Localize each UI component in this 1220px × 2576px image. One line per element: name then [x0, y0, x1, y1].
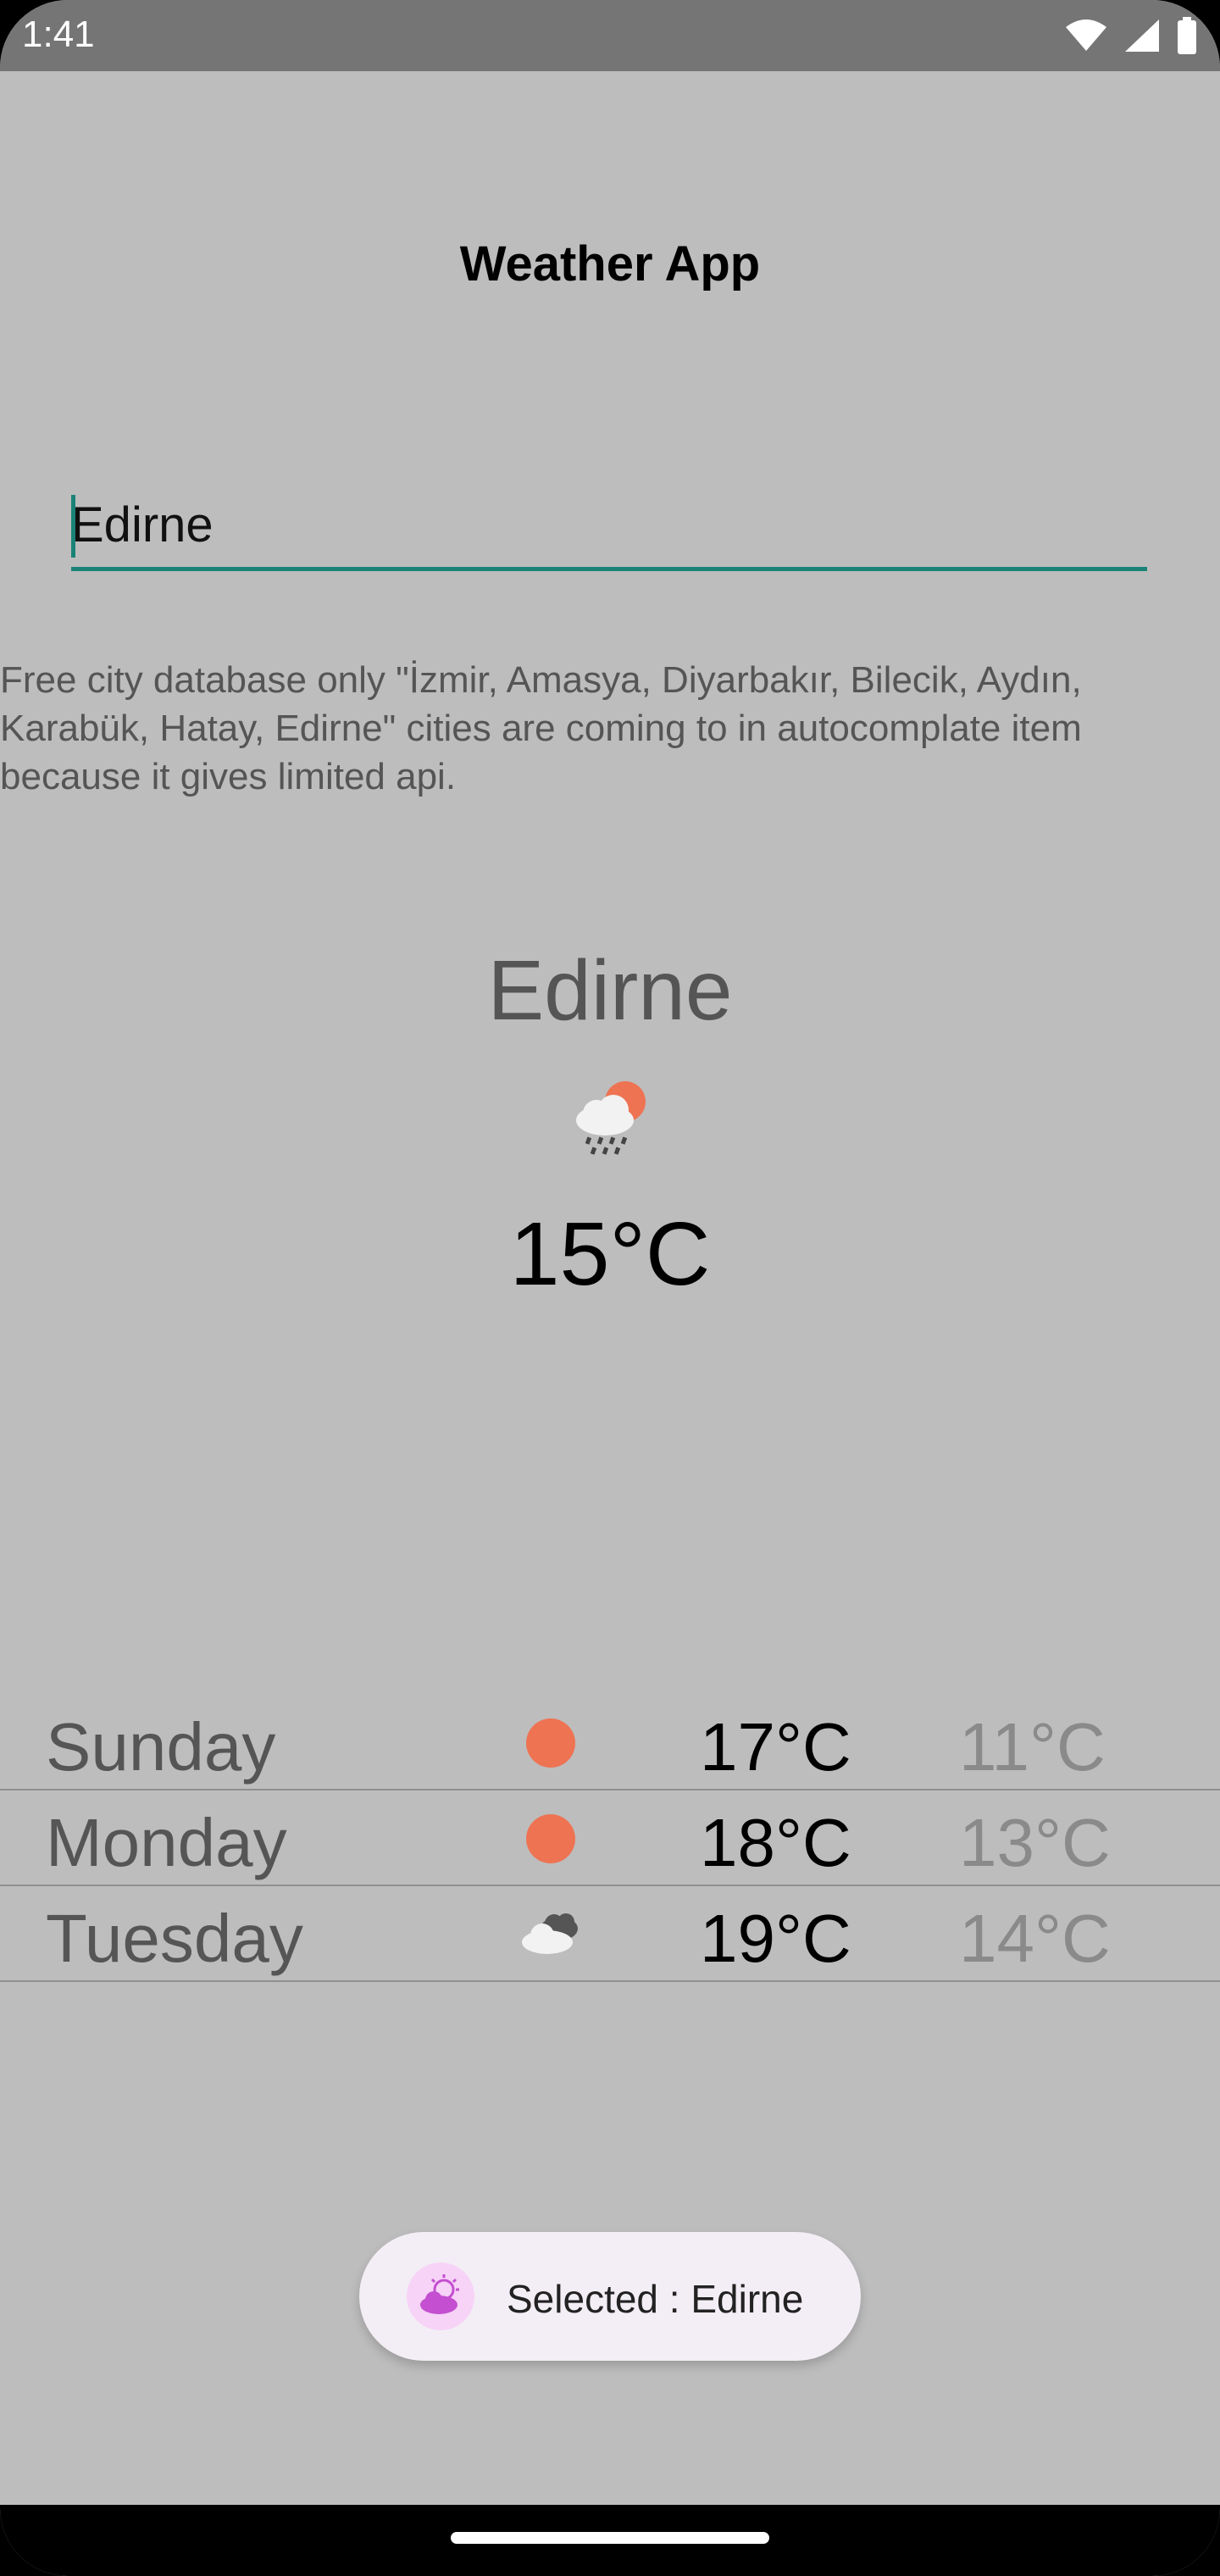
city-search-input[interactable] — [71, 483, 1147, 571]
forecast-high: 17°C — [700, 1709, 851, 1785]
info-text: Free city database only "İzmir, Amasya, … — [0, 659, 1082, 797]
clouds-icon — [522, 1913, 578, 1954]
selection-toast: Selected : Edirne — [359, 2232, 861, 2361]
status-bar: 1:41 — [0, 0, 1220, 71]
forecast-day: Monday — [46, 1805, 287, 1880]
forecast-high: 19°C — [700, 1901, 851, 1976]
forecast-low: 11°C — [959, 1709, 1106, 1785]
current-city-name: Edirne — [487, 943, 733, 1038]
wifi-icon — [1066, 19, 1106, 51]
forecast-day: Tuesday — [46, 1901, 303, 1976]
sun-icon — [526, 1814, 575, 1863]
text-cursor — [71, 495, 75, 558]
forecast-row: Tuesday 19°C 14°C — [0, 1886, 1220, 1982]
forecast-list: Sunday 17°C 11°C Monday 18°C 13°C Tuesda… — [0, 1695, 1220, 1982]
status-icons — [1064, 15, 1198, 56]
forecast-day: Sunday — [46, 1709, 276, 1785]
signal-icon — [1125, 19, 1159, 52]
toast-text: Selected : Edirne — [507, 2277, 804, 2321]
status-time: 1:41 — [22, 14, 95, 55]
forecast-row: Sunday 17°C 11°C — [0, 1695, 1220, 1790]
battery-icon — [1178, 17, 1196, 54]
forecast-low: 13°C — [959, 1805, 1111, 1880]
forecast-row: Monday 18°C 13°C — [0, 1790, 1220, 1886]
sun-icon — [526, 1718, 575, 1768]
home-gesture-handle[interactable] — [451, 2532, 769, 2544]
forecast-low: 14°C — [959, 1901, 1111, 1976]
city-search-field[interactable] — [71, 483, 1147, 571]
app-weather-icon — [407, 2262, 474, 2330]
app-title: Weather App — [459, 236, 761, 291]
app-screen: 1:41 Weather App Free city database only… — [0, 0, 1220, 2576]
rain-cloud-sun-icon — [576, 1081, 646, 1155]
forecast-high: 18°C — [700, 1805, 851, 1880]
current-temperature: 15°C — [509, 1204, 711, 1304]
